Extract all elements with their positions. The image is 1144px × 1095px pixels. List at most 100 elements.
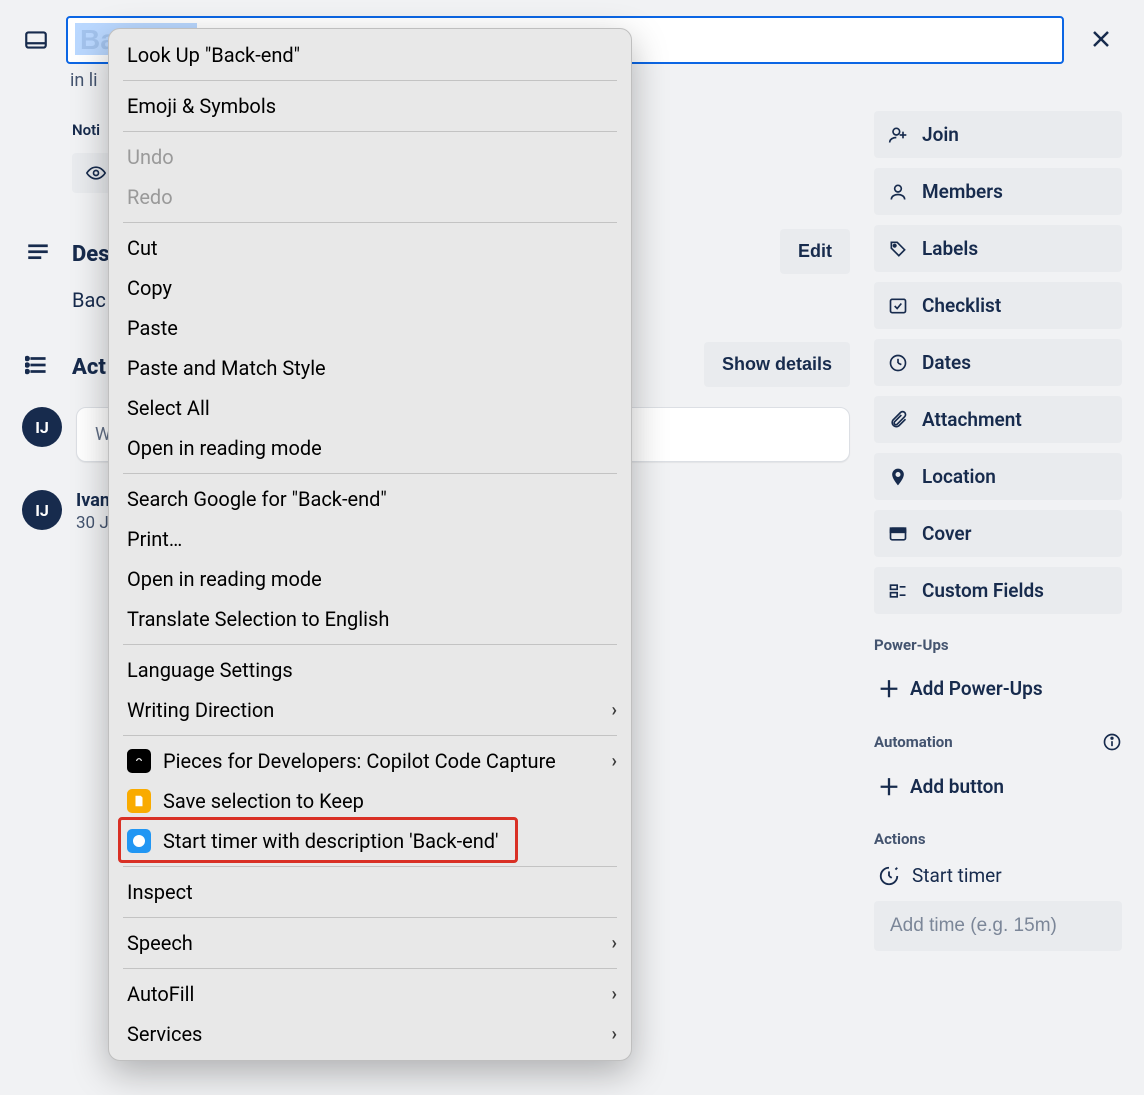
context-menu-item[interactable]: Translate Selection to English — [109, 599, 631, 639]
context-menu-item[interactable]: Start timer with description 'Back-end' — [109, 821, 631, 861]
members-icon — [888, 182, 908, 202]
context-menu-item[interactable]: Paste and Match Style — [109, 348, 631, 388]
context-menu-separator — [123, 80, 617, 81]
context-menu-item[interactable]: Copy — [109, 268, 631, 308]
context-menu-item[interactable]: Emoji & Symbols — [109, 86, 631, 126]
context-menu-separator — [123, 644, 617, 645]
context-menu-separator — [123, 866, 617, 867]
context-menu-item[interactable]: Open in reading mode — [109, 428, 631, 468]
context-menu-item-label: Pieces for Developers: Copilot Code Capt… — [163, 749, 556, 773]
plus-icon: ＋ — [878, 770, 898, 802]
context-menu-item-label: Save selection to Keep — [163, 789, 364, 813]
join-button[interactable]: Join — [874, 111, 1122, 158]
context-menu-item[interactable]: Search Google for "Back-end" — [109, 479, 631, 519]
context-menu-item-label: Print… — [127, 527, 182, 551]
keep-icon — [127, 789, 151, 813]
context-menu-item[interactable]: Writing Direction› — [109, 690, 631, 730]
close-button[interactable] — [1080, 18, 1122, 60]
context-menu-separator — [123, 131, 617, 132]
attachment-button[interactable]: Attachment — [874, 396, 1122, 443]
chevron-right-icon: › — [612, 700, 617, 721]
context-menu-item-label: Start timer with description 'Back-end' — [163, 829, 499, 853]
context-menu-item-label: Translate Selection to English — [127, 607, 389, 631]
members-button[interactable]: Members — [874, 168, 1122, 215]
clockify-icon — [127, 829, 151, 853]
context-menu-item-label: Open in reading mode — [127, 436, 322, 460]
context-menu-item-label: Look Up "Back-end" — [127, 43, 300, 67]
context-menu-separator — [123, 968, 617, 969]
context-menu-item[interactable]: Print… — [109, 519, 631, 559]
context-menu-item[interactable]: Open in reading mode — [109, 559, 631, 599]
activity-heading: Act — [72, 355, 106, 380]
context-menu-item[interactable]: Save selection to Keep — [109, 781, 631, 821]
context-menu-item-label: Cut — [127, 236, 158, 260]
activity-icon — [22, 349, 54, 381]
custom-fields-icon — [888, 581, 908, 601]
context-menu-item-label: Open in reading mode — [127, 567, 322, 591]
context-menu-item-label: Search Google for "Back-end" — [127, 487, 387, 511]
context-menu-item[interactable]: Paste — [109, 308, 631, 348]
description-icon — [22, 236, 54, 268]
context-menu-item: Undo — [109, 137, 631, 177]
automation-label: Automation — [874, 733, 953, 751]
avatar: IJ — [22, 490, 62, 530]
context-menu-item-label: AutoFill — [127, 982, 194, 1006]
context-menu-item-label: Copy — [127, 276, 172, 300]
time-input[interactable] — [874, 901, 1122, 951]
context-menu-item-label: Language Settings — [127, 658, 293, 682]
context-menu-item[interactable]: Services › — [109, 1014, 631, 1054]
checklist-button[interactable]: Checklist — [874, 282, 1122, 329]
chevron-right-icon: › — [612, 1024, 617, 1045]
context-menu-item-label: Redo — [127, 185, 173, 209]
cover-button[interactable]: Cover — [874, 510, 1122, 557]
context-menu-item[interactable]: Inspect — [109, 872, 631, 912]
join-icon — [888, 125, 908, 145]
context-menu-item[interactable]: Pieces for Developers: Copilot Code Capt… — [109, 741, 631, 781]
powerups-label: Power-Ups — [874, 636, 949, 654]
card-icon — [22, 26, 50, 54]
location-icon — [888, 467, 908, 487]
chevron-right-icon: › — [612, 933, 617, 954]
cover-icon — [888, 524, 908, 544]
context-menu-item: Redo — [109, 177, 631, 217]
context-menu-item[interactable]: Speech › — [109, 923, 631, 963]
add-automation-button[interactable]: ＋ Add button — [874, 764, 1122, 808]
custom-fields-button[interactable]: Custom Fields — [874, 567, 1122, 614]
labels-button[interactable]: Labels — [874, 225, 1122, 272]
context-menu-item-label: Select All — [127, 396, 210, 420]
start-timer-button[interactable]: Start timer — [874, 860, 1122, 901]
comment-author: Ivan — [76, 490, 110, 511]
context-menu-item[interactable]: Select All — [109, 388, 631, 428]
edit-description-button[interactable]: Edit — [780, 229, 850, 274]
context-menu-separator — [123, 917, 617, 918]
chevron-right-icon: › — [612, 984, 617, 1005]
context-menu-separator — [123, 473, 617, 474]
show-details-button[interactable]: Show details — [704, 342, 850, 387]
actions-label: Actions — [874, 830, 926, 848]
context-menu-item-label: Services — [127, 1022, 202, 1046]
context-menu-item-label: Undo — [127, 145, 174, 169]
info-icon[interactable] — [1102, 732, 1122, 752]
checklist-icon — [888, 296, 908, 316]
dates-icon — [888, 353, 908, 373]
plus-icon: ＋ — [878, 672, 898, 704]
location-button[interactable]: Location — [874, 453, 1122, 500]
comment-timestamp: 30 J — [76, 513, 110, 533]
context-menu-item[interactable]: Cut — [109, 228, 631, 268]
context-menu: Look Up "Back-end" Emoji & Symbols Undo Red… — [108, 28, 632, 1061]
dates-button[interactable]: Dates — [874, 339, 1122, 386]
context-menu-separator — [123, 222, 617, 223]
context-menu-item[interactable]: AutoFill › — [109, 974, 631, 1014]
pieces-icon — [127, 749, 151, 773]
context-menu-item-label: Paste and Match Style — [127, 356, 326, 380]
timer-icon — [878, 865, 900, 887]
context-menu-item-label: Speech — [127, 931, 193, 955]
labels-icon — [888, 239, 908, 259]
attachment-icon — [888, 410, 908, 430]
context-menu-item[interactable]: Look Up "Back-end" — [109, 35, 631, 75]
avatar: IJ — [22, 407, 62, 447]
context-menu-item-label: Inspect — [127, 880, 193, 904]
context-menu-item-label: Emoji & Symbols — [127, 94, 276, 118]
context-menu-item[interactable]: Language Settings — [109, 650, 631, 690]
add-powerups-button[interactable]: ＋ Add Power-Ups — [874, 666, 1122, 710]
